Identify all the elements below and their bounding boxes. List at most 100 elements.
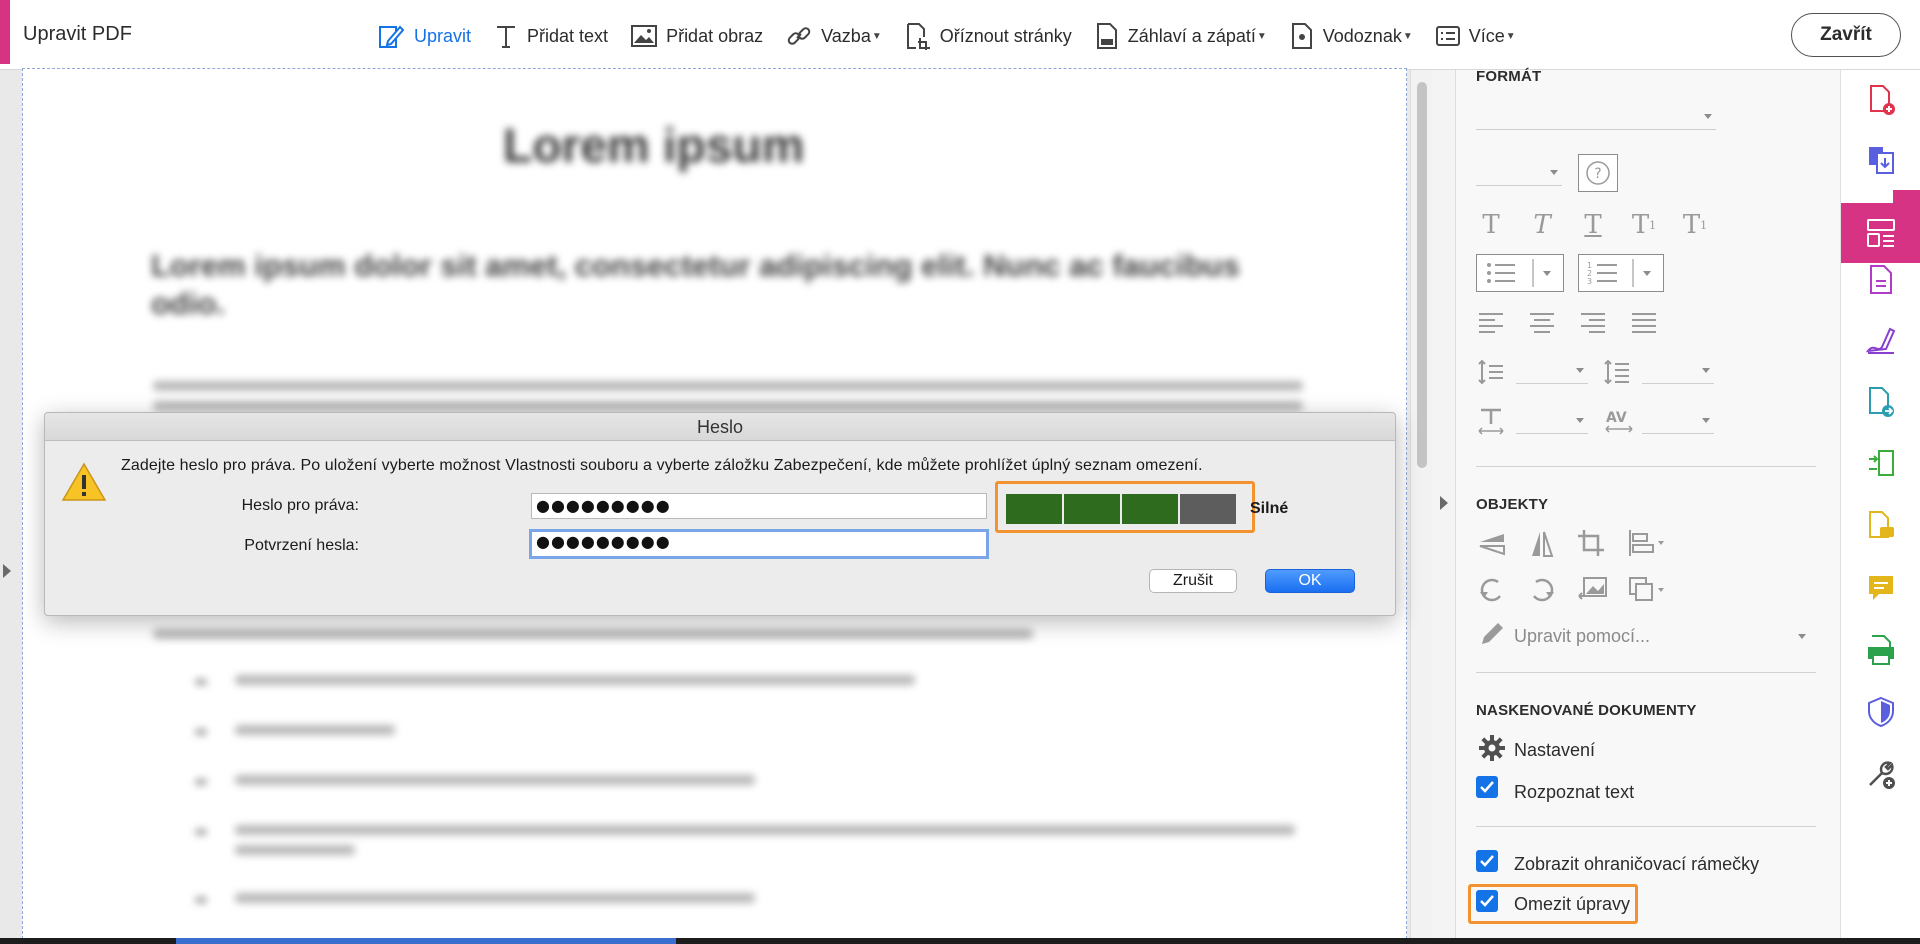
bullet-list-button[interactable] (1476, 254, 1564, 292)
vertical-scrollbar[interactable] (1410, 70, 1432, 944)
create-pdf-icon[interactable] (1863, 82, 1899, 118)
collapse-right-panel-icon[interactable] (1440, 496, 1448, 510)
text-subscript-icon[interactable]: T1 (1680, 210, 1710, 240)
header-footer-icon (1096, 23, 1117, 49)
confirm-password-field[interactable]: ●●●●●●●●● (529, 529, 989, 559)
arrange-objects-icon[interactable] (1626, 574, 1666, 606)
replace-image-icon[interactable] (1576, 574, 1610, 606)
collapse-left-panel-icon[interactable] (3, 564, 11, 578)
flip-horizontal-icon[interactable] (1526, 528, 1558, 558)
link-icon (787, 27, 811, 45)
section-heading-format: FORMÁT (1476, 68, 1542, 85)
line-spacing-icon (1478, 359, 1503, 385)
edit-icon (379, 25, 405, 48)
password-field[interactable]: ●●●●●●●●● (531, 493, 987, 519)
text-italic-icon[interactable]: T (1527, 210, 1557, 240)
font-family-dropdown[interactable] (1476, 106, 1716, 130)
print-production-icon[interactable] (1863, 632, 1899, 668)
recognize-text-checkbox[interactable] (1476, 776, 1498, 798)
line-spacing-dropdown[interactable] (1516, 360, 1588, 384)
flip-vertical-icon[interactable] (1476, 528, 1508, 558)
show-bounding-boxes-checkbox[interactable] (1476, 850, 1498, 872)
chevron-down-icon: ▼ (1505, 30, 1516, 42)
dialog-title: Heslo (45, 413, 1395, 441)
text-regular-icon[interactable]: T (1476, 210, 1506, 240)
align-left-icon[interactable] (1476, 310, 1506, 334)
tool-edit[interactable]: Upravit (376, 21, 471, 51)
tool-crop-pages[interactable]: Oříznout stránky (904, 21, 1072, 51)
confirm-password-label: Potvrzení hesla: (244, 537, 359, 554)
tool-label: Vazba (821, 25, 871, 46)
top-toolbar: Upravit PDF Upravit Přidat text Přidat o… (0, 0, 1920, 70)
align-objects-icon[interactable] (1626, 528, 1666, 558)
tool-header-footer[interactable]: Záhlaví a zápatí ▼ (1094, 21, 1267, 51)
tool-label: Záhlaví a zápatí (1127, 25, 1256, 46)
chevron-down-icon[interactable] (1798, 634, 1806, 639)
protect-icon[interactable] (1863, 694, 1899, 730)
tool-label: Vodoznak (1322, 25, 1402, 46)
crop-icon[interactable] (1576, 528, 1608, 558)
tool-list: Upravit Přidat text Přidat obraz Vazba ▼ … (376, 14, 1538, 58)
edit-pdf-icon[interactable] (1841, 203, 1920, 263)
checkmark-icon (1480, 781, 1494, 793)
stamp-icon[interactable] (1863, 508, 1899, 544)
numbered-list-button[interactable]: 123 (1578, 254, 1664, 292)
numbered-list-icon: 123 (1587, 259, 1651, 287)
cancel-button[interactable]: Zrušit (1149, 569, 1237, 593)
edit-with-label[interactable]: Upravit pomocí... (1514, 626, 1650, 647)
fill-sign-icon[interactable] (1863, 322, 1899, 358)
chevron-down-icon: ▼ (1402, 30, 1413, 42)
close-button[interactable]: Zavřít (1791, 13, 1901, 57)
more-tools-icon[interactable] (1863, 756, 1899, 792)
text-superscript-icon[interactable]: T1 (1629, 210, 1659, 240)
strength-segment (1180, 494, 1236, 524)
organize-pages-icon[interactable] (1863, 446, 1899, 482)
more-icon (1435, 26, 1460, 46)
help-button[interactable]: ? (1578, 154, 1618, 192)
text-icon (497, 26, 516, 48)
settings-link[interactable]: Nastavení (1514, 740, 1595, 761)
strength-segment (1064, 494, 1120, 524)
checkmark-icon (1480, 895, 1494, 907)
text-line (153, 401, 1303, 411)
scroll-thumb[interactable] (1417, 82, 1427, 468)
password-label: Heslo pro práva: (241, 497, 359, 514)
font-size-dropdown[interactable] (1476, 162, 1562, 186)
ok-button[interactable]: OK (1265, 569, 1355, 593)
list-bullet (195, 679, 207, 685)
tool-link[interactable]: Vazba ▼ (785, 22, 882, 50)
restrict-editing-checkbox[interactable] (1476, 890, 1498, 912)
tool-watermark[interactable]: Vodoznak ▼ (1289, 21, 1413, 51)
rotate-left-icon[interactable] (1476, 574, 1508, 606)
combine-files-icon[interactable] (1863, 142, 1899, 178)
tool-label: Upravit (414, 25, 472, 46)
password-strength-indicator: Silné (995, 481, 1288, 533)
section-heading-scanned: NASKENOVANÉ DOKUMENTY (1476, 702, 1697, 719)
paragraph-spacing-dropdown[interactable] (1642, 360, 1714, 384)
send-for-review-icon[interactable] (1863, 384, 1899, 420)
strength-segment (1122, 494, 1178, 524)
crop-pages-icon (906, 23, 930, 50)
text-line (235, 675, 915, 685)
tool-add-text[interactable]: Přidat text (493, 22, 608, 50)
progress-strip (176, 938, 676, 944)
tool-more[interactable]: Více ▼ (1435, 24, 1516, 48)
character-scale-dropdown[interactable] (1516, 410, 1588, 434)
comment-icon[interactable] (1863, 570, 1899, 606)
align-right-icon[interactable] (1578, 310, 1608, 334)
text-underline-icon[interactable]: T (1578, 210, 1608, 240)
chevron-down-icon (1702, 368, 1710, 373)
align-justify-icon[interactable] (1629, 310, 1659, 334)
rotate-right-icon[interactable] (1526, 574, 1558, 606)
character-spacing-icon: AV (1605, 410, 1633, 433)
export-pdf-icon[interactable] (1863, 262, 1899, 298)
align-center-icon[interactable] (1527, 310, 1557, 334)
section-heading-objects: OBJEKTY (1476, 496, 1549, 513)
tool-add-image[interactable]: Přidat obraz (630, 23, 763, 49)
gear-icon (1479, 735, 1505, 761)
tool-label: Oříznout stránky (939, 25, 1072, 46)
svg-text:AV: AV (1606, 410, 1627, 426)
chevron-down-icon (1550, 170, 1558, 175)
character-spacing-dropdown[interactable] (1642, 410, 1714, 434)
chevron-down-icon (1704, 114, 1712, 119)
